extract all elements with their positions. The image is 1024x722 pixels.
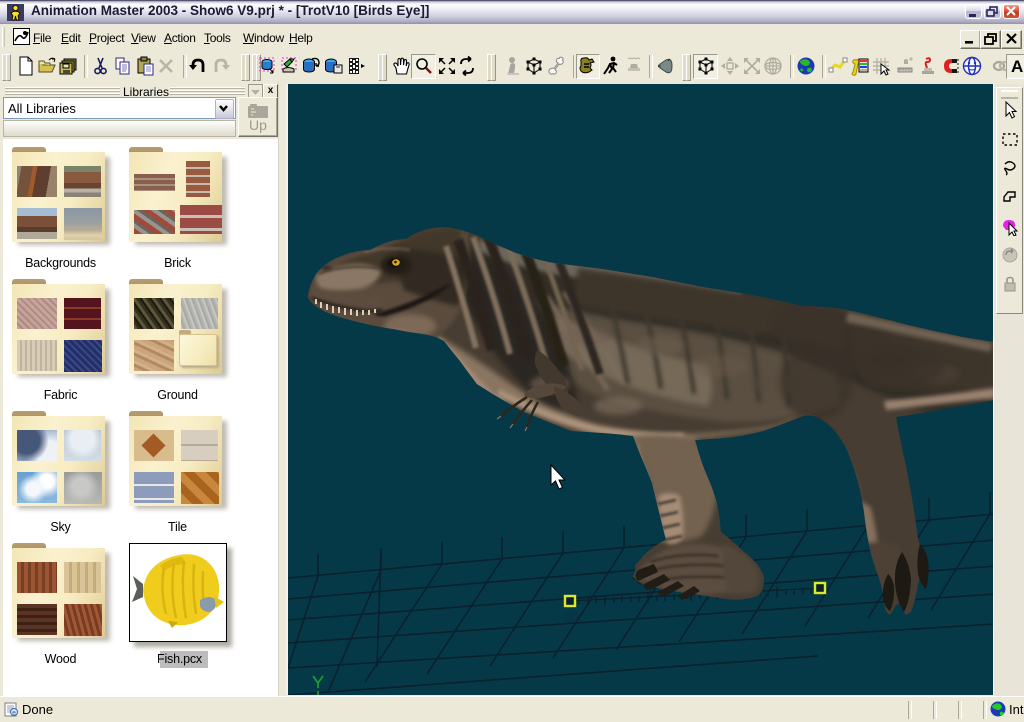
svg-text:e: e	[12, 710, 16, 717]
svg-text:0: 0	[818, 596, 825, 611]
svg-text:20: 20	[564, 610, 578, 625]
svg-text:A: A	[1011, 57, 1023, 76]
